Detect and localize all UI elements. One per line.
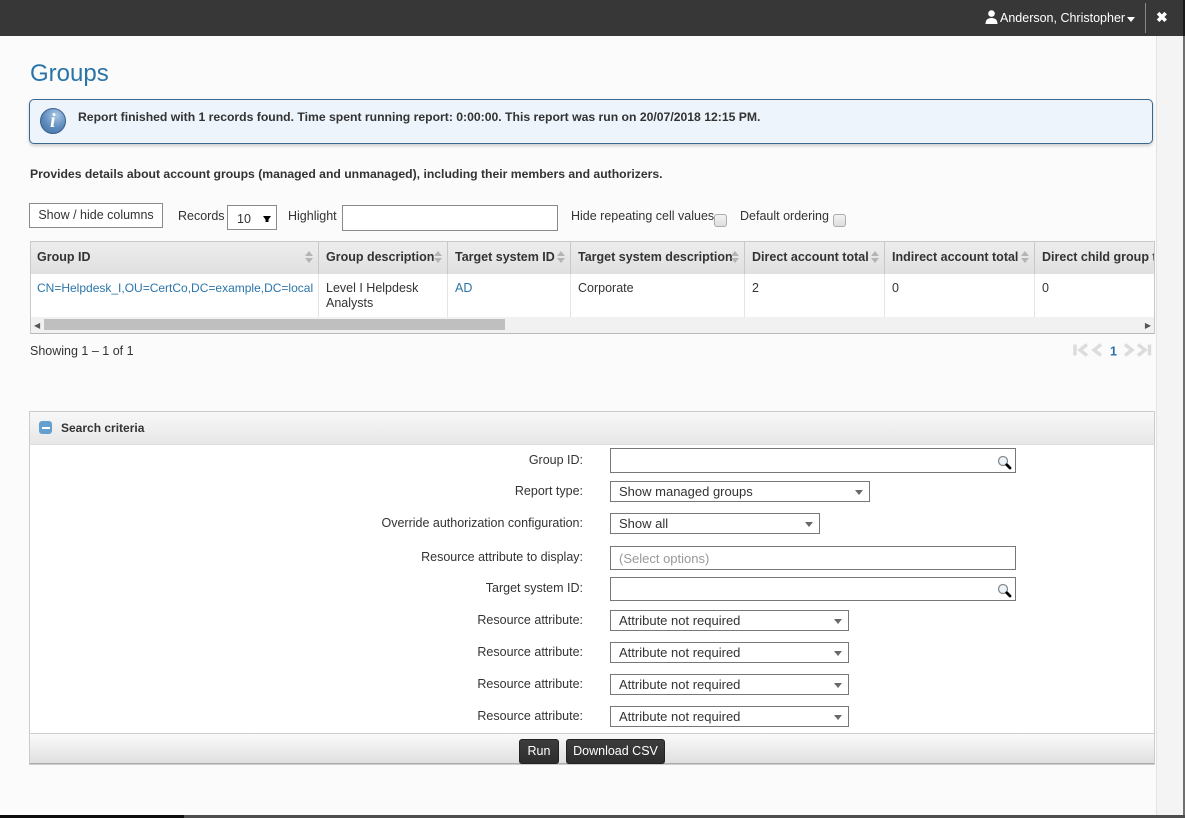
svg-text:1: 1 <box>1110 345 1117 359</box>
